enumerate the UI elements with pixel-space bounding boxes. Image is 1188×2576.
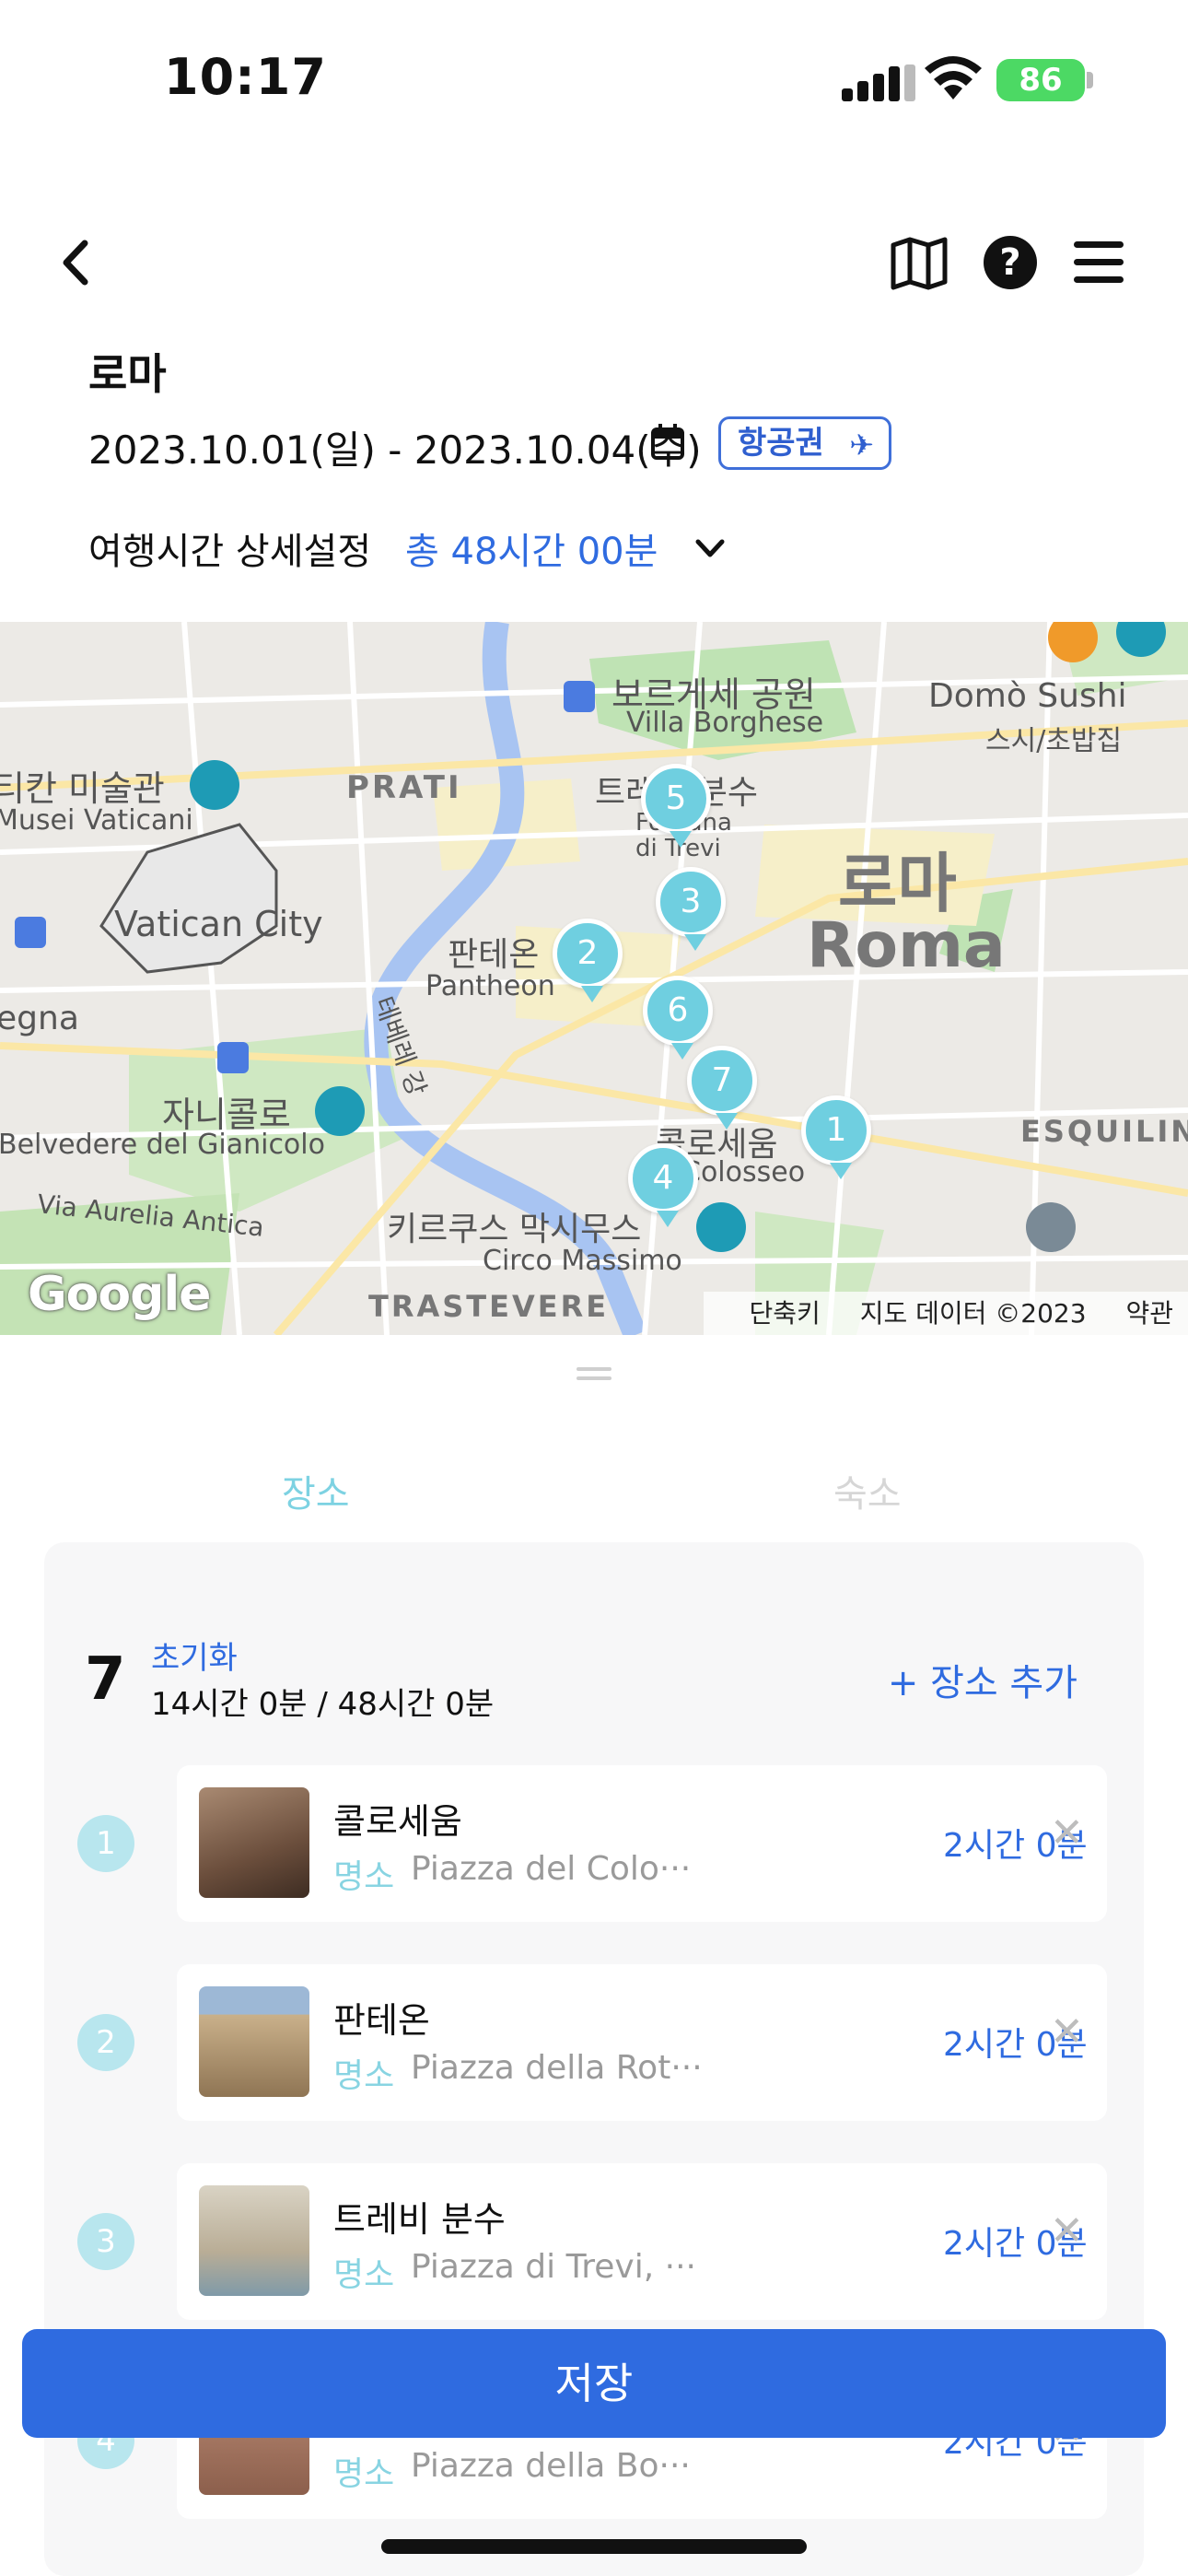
google-logo: Google	[28, 1267, 211, 1322]
status-time: 10:17	[164, 48, 327, 106]
flight-badge-label: 항공권	[738, 425, 824, 462]
flight-ticket-button[interactable]: 항공권 ✈	[718, 416, 891, 470]
home-indicator	[381, 2539, 807, 2554]
place-thumbnail	[199, 1986, 309, 2097]
place-order-badge: 2	[77, 2014, 134, 2071]
place-address: Piazza della Bo···	[411, 2447, 691, 2485]
place-category: 명소	[333, 2256, 395, 2294]
map-pin-5[interactable]: 5	[641, 764, 711, 848]
place-address: Piazza della Rot···	[411, 2049, 703, 2087]
place-name: 판테온	[333, 2000, 430, 2041]
map-pin-2[interactable]: 2	[553, 919, 623, 1002]
tab-places[interactable]: 장소	[282, 1464, 350, 1517]
map-label-janiculum-en: Belvedere del Gianicolo	[0, 1129, 325, 1161]
place-category: 명소	[333, 1858, 395, 1896]
place-card[interactable]: 트레비 분수 명소 Piazza di Trevi, ··· 2시간 0분 ✕	[177, 2163, 1107, 2320]
calendar-icon[interactable]	[650, 424, 685, 461]
metro-station-icon	[15, 917, 46, 948]
map-label-egna: egna	[0, 1000, 79, 1037]
travel-time-total[interactable]: 총 48시간 00분	[405, 521, 658, 575]
map-label-colosseum-en: Colosseo	[681, 1156, 806, 1188]
map-label-circo-en: Circo Massimo	[483, 1245, 682, 1277]
map-attribution: 단축키 지도 데이터 ©2023 약관	[703, 1292, 1188, 1335]
map-label-vatican-museum-en: Musei Vaticani	[0, 804, 193, 837]
map-label-vatican-city: Vatican City	[114, 904, 323, 944]
trip-date-range[interactable]: 2023.10.01(일) - 2023.10.04(수)	[88, 419, 702, 475]
place-address: Piazza di Trevi, ···	[411, 2248, 696, 2286]
airplane-icon: ✈	[849, 427, 874, 463]
metro-station-icon	[217, 1042, 249, 1073]
place-name: 트레비 분수	[333, 2199, 506, 2240]
battery-indicator: 86	[996, 59, 1085, 101]
map-pin-3[interactable]: 3	[656, 867, 726, 951]
place-category: 명소	[333, 2455, 395, 2493]
map-label-borghese-en: Villa Borghese	[626, 707, 824, 739]
map-label-circo: 키르쿠스 막시무스	[387, 1211, 642, 1248]
remove-place-icon[interactable]: ✕	[1050, 2211, 1084, 2252]
metro-station-icon	[564, 681, 595, 712]
remove-place-icon[interactable]: ✕	[1050, 1813, 1084, 1854]
place-row: 1 콜로세움 명소 Piazza del Colo··· 2시간 0분 ✕	[44, 1765, 1144, 1922]
place-card[interactable]: 판테온 명소 Piazza della Rot··· 2시간 0분 ✕	[177, 1964, 1107, 2121]
map-label-pantheon: 판테온	[448, 936, 540, 974]
place-order-badge: 3	[77, 2213, 134, 2270]
place-thumbnail	[199, 2185, 309, 2296]
battery-cap	[1087, 72, 1093, 88]
remove-place-icon[interactable]: ✕	[1050, 2012, 1084, 2053]
map-label-roma-en: Roma	[807, 909, 1006, 982]
map-label-domo: Domò Sushi	[928, 677, 1127, 715]
place-row: 2 판테온 명소 Piazza della Rot··· 2시간 0분 ✕	[44, 1964, 1144, 2121]
save-button[interactable]: 저장	[22, 2329, 1166, 2438]
place-row: 3 트레비 분수 명소 Piazza di Trevi, ··· 2시간 0분 …	[44, 2163, 1144, 2320]
museum-pin-icon	[190, 760, 239, 810]
reset-button[interactable]: 초기화	[151, 1633, 238, 1678]
map-label-domo-sub: 스시/초밥집	[985, 725, 1123, 757]
place-thumbnail	[199, 1787, 309, 1898]
help-icon[interactable]: ?	[984, 236, 1037, 289]
map-shortcuts-link[interactable]: 단축키	[750, 1298, 821, 1329]
route-map[interactable]: 보르게세 공원 Villa Borghese Domò Sushi 스시/초밥집…	[0, 622, 1188, 1335]
church-pin-icon	[1026, 1202, 1076, 1252]
place-card[interactable]: 콜로세움 명소 Piazza del Colo··· 2시간 0분 ✕	[177, 1765, 1107, 1922]
tab-stay[interactable]: 숙소	[833, 1464, 902, 1517]
map-label-pantheon-en: Pantheon	[425, 970, 555, 1002]
place-order-badge: 1	[77, 1815, 134, 1872]
map-label-vatican-museum: 티칸 미술관	[0, 768, 165, 809]
wifi-icon	[925, 56, 982, 100]
camera-pin-icon	[315, 1086, 365, 1136]
sheet-grabber[interactable]	[577, 1367, 611, 1380]
map-pin-6[interactable]: 6	[643, 976, 713, 1060]
map-terms-link[interactable]: 약관	[1125, 1298, 1173, 1329]
hamburger-menu-icon[interactable]	[1074, 241, 1124, 284]
map-label-esquilino: ESQUILIN	[1020, 1114, 1188, 1149]
duration-summary: 14시간 0분 / 48시간 0분	[151, 1686, 495, 1723]
add-place-button[interactable]: + 장소 추가	[888, 1653, 1077, 1706]
map-pin-7[interactable]: 7	[687, 1046, 757, 1130]
city-title: 로마	[88, 349, 167, 399]
map-pin-4[interactable]: 4	[628, 1143, 698, 1227]
landmark-pin-icon	[696, 1202, 746, 1252]
chevron-down-icon[interactable]	[691, 529, 729, 568]
map-label-trastevere: TRASTEVERE	[368, 1289, 610, 1324]
place-category: 명소	[333, 2057, 395, 2095]
map-label-prati: PRATI	[346, 769, 462, 806]
place-address: Piazza del Colo···	[411, 1850, 692, 1888]
back-chevron-icon[interactable]	[53, 230, 105, 295]
travel-time-setting-label[interactable]: 여행시간 상세설정	[88, 521, 371, 575]
place-name: 콜로세움	[333, 1801, 462, 1842]
map-data-credit: 지도 데이터 ©2023	[859, 1298, 1087, 1329]
map-icon[interactable]	[890, 236, 949, 291]
status-bar: 10:17 86	[0, 0, 1188, 157]
map-pin-1[interactable]: 1	[801, 1095, 871, 1179]
cellular-signal-icon	[842, 64, 915, 101]
place-count: 7	[85, 1645, 126, 1714]
